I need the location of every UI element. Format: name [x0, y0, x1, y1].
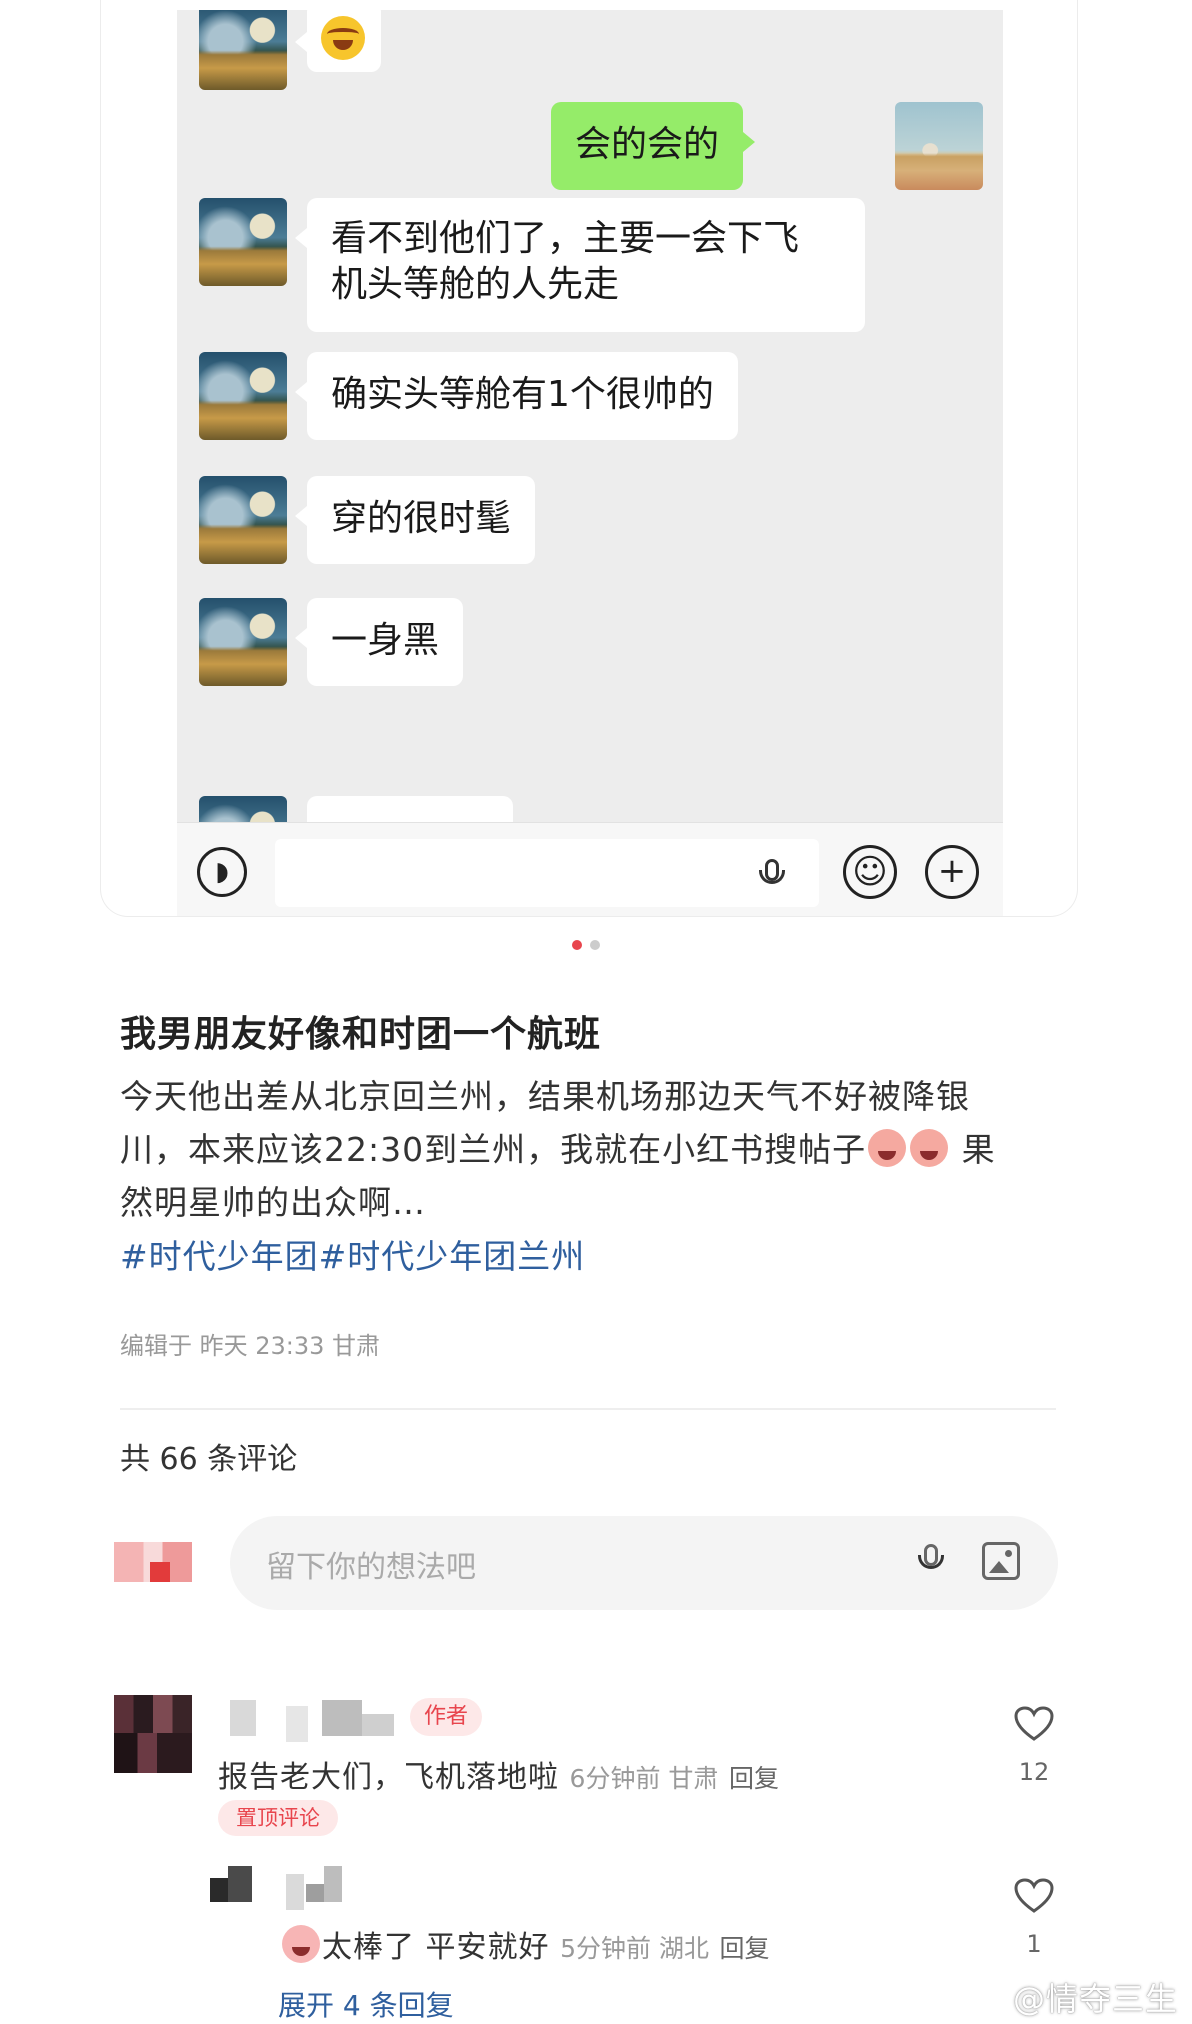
- watermark: @情夺三生: [1012, 1980, 1178, 2018]
- chat-bubble: 看不到他们了，主要一会下飞 机头等舱的人先走: [295, 198, 865, 332]
- post-body: 今天他出差从北京回兰州，结果机场那边天气不好被降银 川，本来应该22:30到兰州…: [120, 1077, 996, 1222]
- crying-emoji-icon: [868, 1129, 907, 1167]
- author-badge: 作者: [410, 1698, 482, 1736]
- post-meta: 编辑于 昨天 23:33 甘肃: [120, 1332, 381, 1360]
- comment-time: 6分钟前 甘肃: [569, 1764, 719, 1793]
- username-mosaic[interactable]: [210, 1700, 406, 1742]
- crying-emoji-icon: [910, 1129, 949, 1167]
- commenter-avatar[interactable]: [114, 1695, 192, 1773]
- plus-icon[interactable]: +: [925, 845, 979, 899]
- chat-conversation: 会的会的 看不到他们了，主要一会下飞 机头等舱的人先走 确实头等舱有1个很帅的 …: [177, 10, 1003, 822]
- smile-icon[interactable]: ☺: [843, 845, 897, 899]
- like-heart-icon[interactable]: [1014, 1878, 1054, 1914]
- face-with-tears-of-joy-icon: [321, 16, 365, 60]
- contact-avatar: [199, 352, 287, 440]
- contact-avatar: [199, 476, 287, 564]
- chat-bubble: [295, 10, 381, 72]
- chat-bubble-sent: 会的会的: [551, 102, 756, 190]
- reply-button[interactable]: 回复: [720, 1934, 770, 1963]
- comment-input[interactable]: 留下你的想法吧: [230, 1516, 1058, 1610]
- reply-button[interactable]: 回复: [729, 1764, 779, 1793]
- contact-avatar: [199, 796, 287, 822]
- like-count: 12: [1018, 1758, 1050, 1786]
- my-avatar: [114, 1542, 192, 1582]
- chat-bubble: 穿的很时髦: [294, 476, 536, 564]
- pig-emoji-icon: [282, 1925, 320, 1963]
- reply-avatar-mosaic[interactable]: [210, 1866, 370, 1910]
- comment-count: 共 66 条评论: [120, 1442, 298, 1477]
- divider: [120, 1408, 1056, 1410]
- reply-time: 5分钟前 湖北: [560, 1934, 709, 1963]
- chat-input-bar: ◗ ☺ +: [177, 822, 1003, 916]
- my-avatar: [895, 102, 983, 190]
- hashtag-links[interactable]: #时代少年团#时代少年团兰州: [120, 1230, 585, 1278]
- comment-input-placeholder: 留下你的想法吧: [266, 1550, 476, 1585]
- carousel-dot-active[interactable]: [572, 940, 582, 950]
- chat-bubble: 一身黑: [294, 598, 464, 686]
- chat-bubble: [307, 796, 513, 822]
- pinned-badge: 置顶评论: [218, 1800, 338, 1836]
- expand-replies-link[interactable]: 展开 4 条回复: [278, 1984, 454, 2024]
- image-icon[interactable]: [982, 1542, 1020, 1580]
- microphone-icon[interactable]: [759, 859, 785, 884]
- chat-bubble: 确实头等舱有1个很帅的: [295, 352, 738, 440]
- contact-avatar: [199, 198, 287, 286]
- post-title: 我男朋友好像和时团一个航班: [120, 1014, 602, 1055]
- carousel-dot[interactable]: [590, 940, 600, 950]
- chat-text-field[interactable]: [275, 839, 819, 907]
- like-heart-icon[interactable]: [1014, 1706, 1054, 1742]
- contact-avatar: [199, 598, 287, 686]
- like-count: 1: [1026, 1930, 1042, 1958]
- voice-icon[interactable]: ◗: [197, 847, 247, 897]
- reply-text: 太棒了 平安就好 5分钟前 湖北 回复: [280, 1922, 770, 1966]
- comment-text: 报告老大们，飞机落地啦 6分钟前 甘肃 回复: [218, 1760, 779, 1795]
- contact-avatar: [199, 10, 287, 90]
- chat-screenshot-card[interactable]: 会的会的 看不到他们了，主要一会下飞 机头等舱的人先走 确实头等舱有1个很帅的 …: [100, 0, 1078, 917]
- microphone-icon[interactable]: [918, 1544, 944, 1569]
